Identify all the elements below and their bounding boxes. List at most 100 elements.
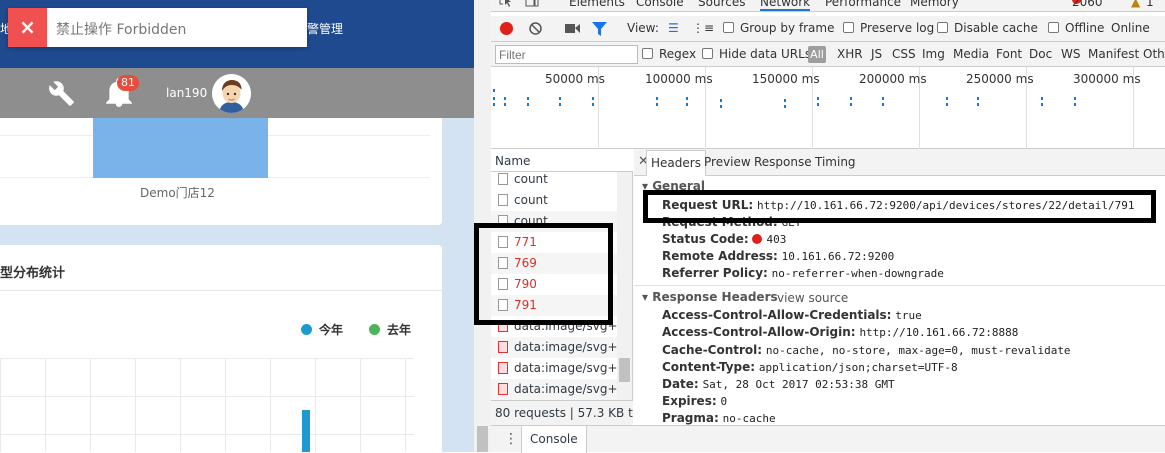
checkbox[interactable] bbox=[1048, 22, 1059, 33]
tab-elements[interactable]: Elements bbox=[569, 0, 625, 9]
username[interactable]: lan190 bbox=[166, 86, 207, 100]
response-header-row: Pragma: no-cache bbox=[662, 411, 776, 425]
disable-cache-checkbox[interactable]: Disable cache bbox=[937, 21, 1038, 35]
x-axis-label: Demo门店12 bbox=[140, 186, 215, 200]
checkbox[interactable] bbox=[642, 48, 653, 59]
view-source-link[interactable]: view source bbox=[777, 291, 848, 305]
hide-data-urls-checkbox[interactable]: Hide data URLs bbox=[702, 47, 811, 61]
remote-address-value: 10.161.66.72:9200 bbox=[781, 250, 895, 263]
filter-doc[interactable]: Doc bbox=[1029, 47, 1052, 61]
referrer-policy-value: no-referrer-when-downgrade bbox=[771, 267, 944, 280]
throttle-select[interactable]: Online bbox=[1111, 21, 1150, 35]
timeline-marker bbox=[946, 97, 948, 100]
avatar[interactable] bbox=[212, 74, 251, 113]
filter-input[interactable] bbox=[495, 45, 638, 64]
highlight-box-request-url bbox=[643, 190, 1156, 223]
preserve-log-checkbox[interactable]: Preserve log bbox=[843, 21, 934, 35]
timeline-marker bbox=[720, 105, 722, 108]
request-row[interactable]: count bbox=[491, 190, 617, 211]
timeline-marker bbox=[686, 97, 688, 100]
more-icon[interactable]: ⋮ bbox=[504, 431, 518, 447]
request-name: count bbox=[514, 193, 548, 207]
chart-bar[interactable] bbox=[302, 410, 310, 452]
drawer-tab-console[interactable]: Console bbox=[521, 426, 587, 453]
scrollbar-thumb[interactable] bbox=[477, 426, 488, 452]
timeline-tick: 250000 ms bbox=[966, 72, 1034, 86]
filter-other[interactable]: Other bbox=[1143, 47, 1165, 61]
filter-css[interactable]: CSS bbox=[892, 47, 916, 61]
warning-icon: ▲ bbox=[1131, 0, 1141, 9]
header-key: Expires: bbox=[662, 394, 717, 408]
tab-memory[interactable]: Memory bbox=[910, 0, 959, 9]
timeline-marker bbox=[720, 99, 722, 102]
checkbox[interactable] bbox=[723, 22, 734, 33]
filter-js[interactable]: JS bbox=[871, 47, 882, 61]
header-key: Remote Address: bbox=[662, 249, 778, 263]
nav-item-alarm-management[interactable]: 警管理 bbox=[307, 20, 343, 37]
group-by-frame-checkbox[interactable]: Group by frame bbox=[723, 21, 834, 35]
request-row[interactable]: data:image/svg+xml bbox=[491, 337, 617, 358]
disable-cache-label: Disable cache bbox=[954, 21, 1038, 35]
filter-img[interactable]: Img bbox=[922, 47, 945, 61]
filter-manifest[interactable]: Manifest bbox=[1088, 47, 1139, 61]
waterfall-icon[interactable]: ⋮≡ bbox=[692, 21, 714, 35]
screenshot-icon[interactable] bbox=[565, 23, 580, 34]
legend-item-this-year[interactable]: 今年 bbox=[301, 321, 343, 338]
tab-headers[interactable]: Headers bbox=[646, 150, 706, 176]
record-button[interactable] bbox=[500, 22, 513, 35]
request-row[interactable]: count bbox=[491, 169, 617, 190]
timeline-marker bbox=[527, 103, 529, 106]
filter-icon[interactable] bbox=[592, 22, 607, 36]
gridline bbox=[45, 358, 46, 452]
response-headers-section-header[interactable]: ▾ Response Headers bbox=[642, 290, 778, 304]
status-code-value: 403 bbox=[766, 233, 787, 246]
image-file-icon bbox=[498, 362, 508, 374]
timeline-marker bbox=[504, 103, 506, 106]
clear-icon[interactable] bbox=[529, 22, 542, 35]
header-key: Cache-Control: bbox=[662, 343, 763, 357]
header-key: Pragma: bbox=[662, 411, 719, 425]
timeline-tick: 150000 ms bbox=[752, 72, 820, 86]
large-rows-icon[interactable]: ☰ bbox=[668, 21, 679, 35]
header-value: no-cache bbox=[722, 412, 776, 425]
tab-network[interactable]: Network bbox=[760, 0, 811, 11]
tab-sources[interactable]: Sources bbox=[698, 0, 745, 9]
wrench-icon[interactable] bbox=[48, 80, 75, 107]
filter-font[interactable]: Font bbox=[996, 47, 1022, 61]
regex-checkbox[interactable]: Regex bbox=[642, 47, 696, 61]
filter-ws[interactable]: WS bbox=[1061, 47, 1080, 61]
gridline bbox=[225, 358, 226, 452]
chart-bar[interactable] bbox=[93, 118, 268, 178]
image-file-icon bbox=[498, 383, 508, 395]
timeline-marker bbox=[882, 97, 884, 100]
toast-close-button[interactable]: × bbox=[8, 8, 47, 47]
timeline-overview[interactable]: 50000 ms 100000 ms 150000 ms 200000 ms 2… bbox=[491, 67, 1165, 149]
offline-checkbox[interactable]: Offline bbox=[1048, 21, 1104, 35]
legend-item-last-year[interactable]: 去年 bbox=[369, 321, 411, 338]
request-row[interactable]: data:image/svg+xml bbox=[491, 358, 617, 379]
filter-media[interactable]: Media bbox=[953, 47, 989, 61]
checkbox[interactable] bbox=[702, 48, 713, 59]
tab-response[interactable]: Response bbox=[754, 155, 812, 169]
filter-xhr[interactable]: XHR bbox=[837, 47, 863, 61]
tab-preview[interactable]: Preview bbox=[704, 155, 751, 169]
referrer-policy-row: Referrer Policy: no-referrer-when-downgr… bbox=[662, 266, 944, 280]
divider bbox=[634, 285, 1165, 286]
tab-timing[interactable]: Timing bbox=[815, 155, 856, 169]
request-list-scrollbar[interactable] bbox=[617, 172, 632, 425]
scrollbar-thumb[interactable] bbox=[619, 358, 630, 382]
tab-console[interactable]: Console bbox=[636, 0, 684, 9]
timeline-marker bbox=[1041, 97, 1043, 100]
checkbox[interactable] bbox=[843, 22, 854, 33]
checkbox[interactable] bbox=[937, 22, 948, 33]
timeline-tick: 100000 ms bbox=[645, 72, 713, 86]
filter-all-button[interactable]: All bbox=[808, 46, 826, 63]
gridline bbox=[180, 358, 181, 452]
header-key: Access-Control-Allow-Credentials: bbox=[662, 308, 892, 322]
device-toolbar-icon[interactable] bbox=[525, 0, 539, 7]
tab-performance[interactable]: Performance bbox=[825, 0, 901, 9]
request-row[interactable]: data:image/svg+xml bbox=[491, 379, 617, 400]
timeline-marker bbox=[1074, 97, 1076, 100]
inspect-icon[interactable] bbox=[499, 0, 513, 7]
response-header-row: Access-Control-Allow-Credentials: true bbox=[662, 308, 922, 322]
